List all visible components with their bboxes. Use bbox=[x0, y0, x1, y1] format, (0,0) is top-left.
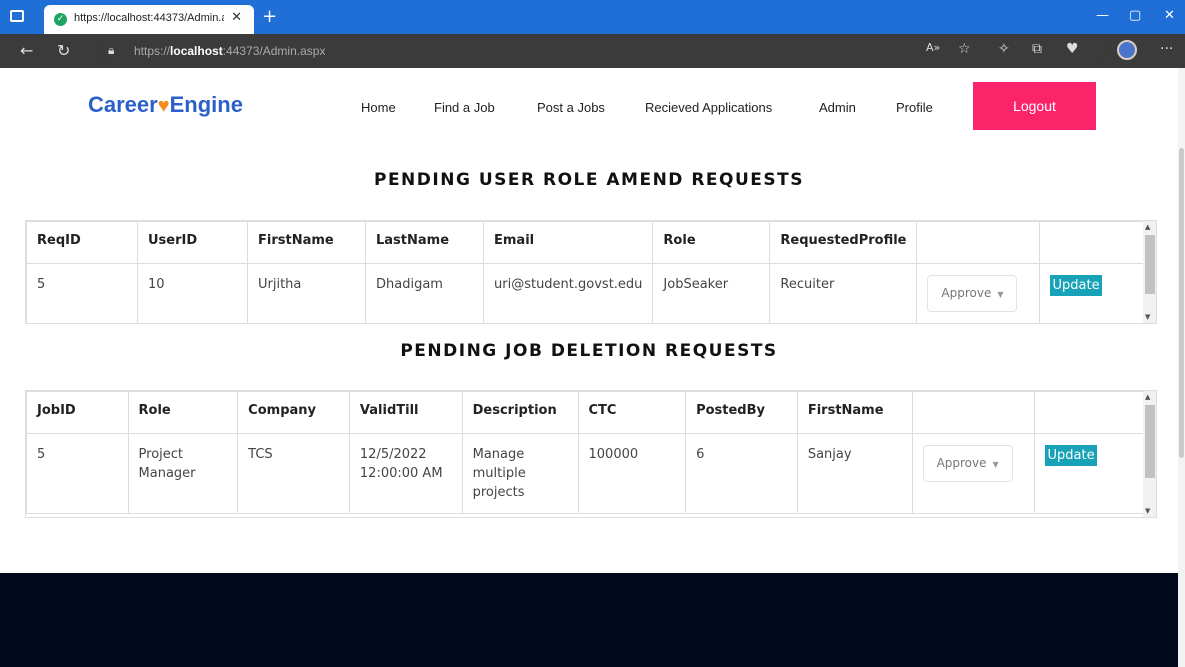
more-options-icon[interactable]: ··· bbox=[1160, 41, 1173, 57]
collections-icon[interactable]: ⧉ bbox=[1032, 41, 1042, 57]
column-header-update bbox=[1039, 221, 1152, 264]
refresh-icon[interactable]: ↻ bbox=[57, 41, 70, 60]
column-header-action bbox=[916, 221, 1041, 264]
cell-update: Update bbox=[1039, 263, 1152, 323]
cell-reqid: 5 bbox=[26, 263, 138, 323]
close-tab-icon[interactable]: ✕ bbox=[231, 10, 242, 25]
approve-select[interactable]: Approve ▼ bbox=[922, 445, 1013, 482]
cell-firstname: Sanjay bbox=[796, 433, 913, 514]
cell-role: Project Manager bbox=[127, 433, 239, 514]
approve-select[interactable]: Approve ▼ bbox=[927, 275, 1018, 312]
page-scroll-thumb[interactable] bbox=[1179, 148, 1184, 458]
column-header: JobID bbox=[26, 391, 129, 434]
update-button[interactable]: Update bbox=[1050, 275, 1102, 296]
nav-received-applications[interactable]: Recieved Applications bbox=[645, 100, 772, 115]
url-input[interactable]: 🔒︎ https://localhost:44373/Admin.aspx bbox=[96, 39, 1106, 63]
job-deletions-table: JobID Role Company ValidTill Description… bbox=[26, 391, 1156, 514]
table-header-row: JobID Role Company ValidTill Description… bbox=[26, 391, 1156, 434]
cell-email: uri@student.govst.edu bbox=[482, 263, 654, 323]
update-button[interactable]: Update bbox=[1045, 445, 1097, 466]
restore-icon[interactable]: ▢ bbox=[1129, 8, 1141, 23]
cell-firstname: Urjitha bbox=[247, 263, 366, 323]
nav-home[interactable]: Home bbox=[361, 100, 396, 115]
column-header: ReqID bbox=[26, 221, 138, 264]
logout-button[interactable]: Logout bbox=[973, 82, 1096, 130]
page-footer bbox=[0, 573, 1178, 667]
cell-role: JobSeaker bbox=[652, 263, 771, 323]
role-requests-title: PENDING USER ROLE AMEND REQUESTS bbox=[373, 170, 804, 190]
cell-update: Update bbox=[1034, 433, 1156, 514]
table-header-row: ReqID UserID FirstName LastName Email Ro… bbox=[26, 221, 1152, 264]
cell-action: Approve ▼ bbox=[916, 263, 1041, 323]
shield-check-icon: ✓ bbox=[54, 13, 67, 26]
column-header: ValidTill bbox=[348, 391, 463, 434]
scroll-up-icon[interactable]: ▲ bbox=[1145, 223, 1150, 231]
chevron-down-icon: ▼ bbox=[997, 290, 1004, 299]
column-header: PostedBy bbox=[685, 391, 798, 434]
column-header: FirstName bbox=[796, 391, 913, 434]
nav-profile[interactable]: Profile bbox=[896, 100, 933, 115]
read-aloud-icon[interactable]: A» bbox=[926, 41, 940, 54]
column-header: RequestedProfile bbox=[769, 221, 918, 264]
scroll-thumb[interactable] bbox=[1145, 235, 1155, 295]
close-window-icon[interactable]: ✕ bbox=[1164, 8, 1175, 23]
address-bar: ← ↻ 🔒︎ https://localhost:44373/Admin.asp… bbox=[0, 34, 1185, 68]
column-header-update bbox=[1034, 391, 1156, 434]
favorites-icon[interactable]: ✧ bbox=[998, 41, 1010, 57]
cell-action: Approve ▼ bbox=[911, 433, 1036, 514]
cell-postedby: 6 bbox=[685, 433, 798, 514]
new-tab-icon[interactable]: + bbox=[262, 6, 277, 27]
browser-tab[interactable]: ✓ https://localhost:44373/Admin.a ✕ bbox=[44, 5, 254, 34]
table-row: 5 Project Manager TCS 12/5/2022 12:00:00… bbox=[26, 433, 1156, 514]
cell-company: TCS bbox=[237, 433, 350, 514]
scroll-down-icon[interactable]: ▼ bbox=[1145, 313, 1150, 321]
minimize-icon[interactable]: — bbox=[1096, 8, 1109, 23]
page-scrollbar[interactable] bbox=[1178, 68, 1185, 667]
column-header-action bbox=[911, 391, 1036, 434]
back-icon[interactable]: ← bbox=[20, 41, 33, 60]
nav-post-a-jobs[interactable]: Post a Jobs bbox=[537, 100, 605, 115]
column-header: Role bbox=[127, 391, 239, 434]
table-row: 5 10 Urjitha Dhadigam uri@student.govst.… bbox=[26, 263, 1152, 323]
column-header: Description bbox=[461, 391, 579, 434]
health-icon[interactable]: ♥ bbox=[1066, 41, 1079, 57]
column-header: UserID bbox=[137, 221, 248, 264]
tab-title: https://localhost:44373/Admin.a bbox=[74, 12, 224, 24]
column-header: Role bbox=[652, 221, 771, 264]
job-deletions-grid: JobID Role Company ValidTill Description… bbox=[25, 390, 1157, 518]
cell-ctc: 100000 bbox=[577, 433, 687, 514]
cell-userid: 10 bbox=[137, 263, 248, 323]
grid-scrollbar[interactable]: ▲ ▼ bbox=[1143, 391, 1156, 517]
cell-lastname: Dhadigam bbox=[365, 263, 484, 323]
chevron-down-icon: ▼ bbox=[992, 460, 999, 469]
logo-shield-icon: ♥ bbox=[157, 95, 170, 117]
scroll-down-icon[interactable]: ▼ bbox=[1145, 507, 1150, 515]
profile-avatar[interactable] bbox=[1117, 40, 1137, 60]
role-requests-table: ReqID UserID FirstName LastName Email Ro… bbox=[26, 221, 1152, 323]
grid-scrollbar[interactable]: ▲ ▼ bbox=[1143, 221, 1156, 323]
nav-find-a-job[interactable]: Find a Job bbox=[434, 100, 495, 115]
scroll-thumb[interactable] bbox=[1145, 405, 1155, 479]
url-text: https://localhost:44373/Admin.aspx bbox=[134, 44, 326, 58]
page-content: Career♥Engine Home Find a Job Post a Job… bbox=[0, 68, 1178, 667]
column-header: FirstName bbox=[247, 221, 366, 264]
window-menu-icon[interactable] bbox=[10, 10, 24, 22]
site-logo[interactable]: Career♥Engine bbox=[88, 92, 243, 118]
cell-jobid: 5 bbox=[26, 433, 129, 514]
browser-tab-bar: ✓ https://localhost:44373/Admin.a ✕ + — … bbox=[0, 0, 1185, 34]
scroll-up-icon[interactable]: ▲ bbox=[1145, 393, 1150, 401]
cell-requested-profile: Recuiter bbox=[769, 263, 918, 323]
job-deletions-title: PENDING JOB DELETION REQUESTS bbox=[400, 341, 778, 361]
nav-admin[interactable]: Admin bbox=[819, 100, 856, 115]
cell-description: Manage multiple projects bbox=[461, 433, 579, 514]
column-header: Company bbox=[237, 391, 350, 434]
favorite-add-icon[interactable]: ☆ bbox=[958, 41, 971, 57]
column-header: LastName bbox=[365, 221, 484, 264]
cell-validtill: 12/5/2022 12:00:00 AM bbox=[348, 433, 463, 514]
column-header: CTC bbox=[577, 391, 687, 434]
lock-icon: 🔒︎ bbox=[108, 43, 115, 57]
column-header: Email bbox=[482, 221, 654, 264]
role-requests-grid: ReqID UserID FirstName LastName Email Ro… bbox=[25, 220, 1157, 324]
